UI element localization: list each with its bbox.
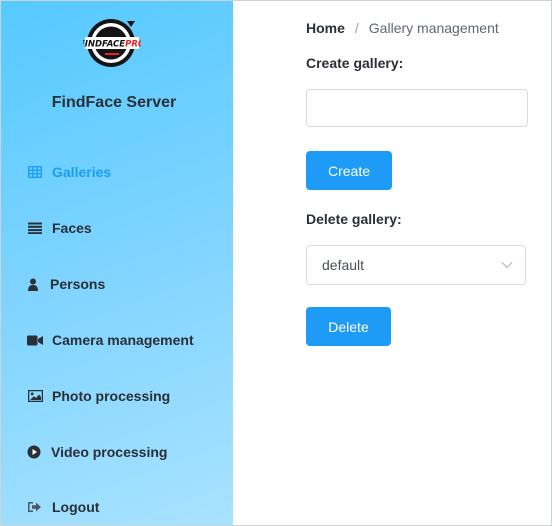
person-icon xyxy=(25,276,41,292)
sidebar-item-video-processing[interactable]: Video processing xyxy=(1,424,233,480)
findface-logo: FINDFACEPRO xyxy=(79,15,145,71)
sidebar-item-faces[interactable]: Faces xyxy=(1,200,233,256)
gallery-name-input[interactable] xyxy=(306,89,528,127)
breadcrumb: Home / Gallery management xyxy=(306,20,499,36)
sidebar-item-galleries[interactable]: Galleries xyxy=(1,144,233,200)
sidebar-item-label: Photo processing xyxy=(52,388,171,404)
svg-text:FINDFACEPRO: FINDFACEPRO xyxy=(83,40,141,50)
video-camera-icon xyxy=(27,332,43,348)
app-title: FindFace Server xyxy=(51,94,177,111)
create-gallery-label: Create gallery: xyxy=(306,55,404,71)
gallery-select[interactable]: default xyxy=(306,245,526,285)
sidebar-item-label: Galleries xyxy=(52,164,112,180)
breadcrumb-current: Gallery management xyxy=(368,20,499,36)
sidebar-item-logout[interactable]: Logout xyxy=(1,479,233,525)
sidebar-item-camera-management[interactable]: Camera management xyxy=(1,312,233,368)
delete-gallery-label: Delete gallery: xyxy=(306,211,402,227)
list-icon xyxy=(27,220,43,236)
breadcrumb-separator: / xyxy=(354,20,359,36)
sidebar-item-persons[interactable]: Persons xyxy=(1,256,233,312)
gallery-select-value: default xyxy=(322,257,365,273)
create-button[interactable]: Create xyxy=(306,151,392,190)
image-icon xyxy=(27,388,43,404)
chevron-down-icon xyxy=(501,256,513,274)
sidebar-item-label: Logout xyxy=(52,499,100,515)
sign-out-icon xyxy=(27,499,43,515)
app-window: FINDFACEPRO FindFace Server Galleries xyxy=(0,0,552,526)
play-circle-icon xyxy=(26,444,42,460)
sidebar-item-label: Video processing xyxy=(51,444,168,460)
sidebar-item-photo-processing[interactable]: Photo processing xyxy=(1,368,233,424)
grid-icon xyxy=(27,164,43,180)
sidebar-item-label: Faces xyxy=(52,220,92,236)
sidebar-item-label: Persons xyxy=(50,276,106,292)
sidebar: FINDFACEPRO FindFace Server Galleries xyxy=(1,1,233,525)
delete-button[interactable]: Delete xyxy=(306,307,391,346)
sidebar-item-label: Camera management xyxy=(52,332,194,348)
breadcrumb-home[interactable]: Home xyxy=(306,20,345,36)
